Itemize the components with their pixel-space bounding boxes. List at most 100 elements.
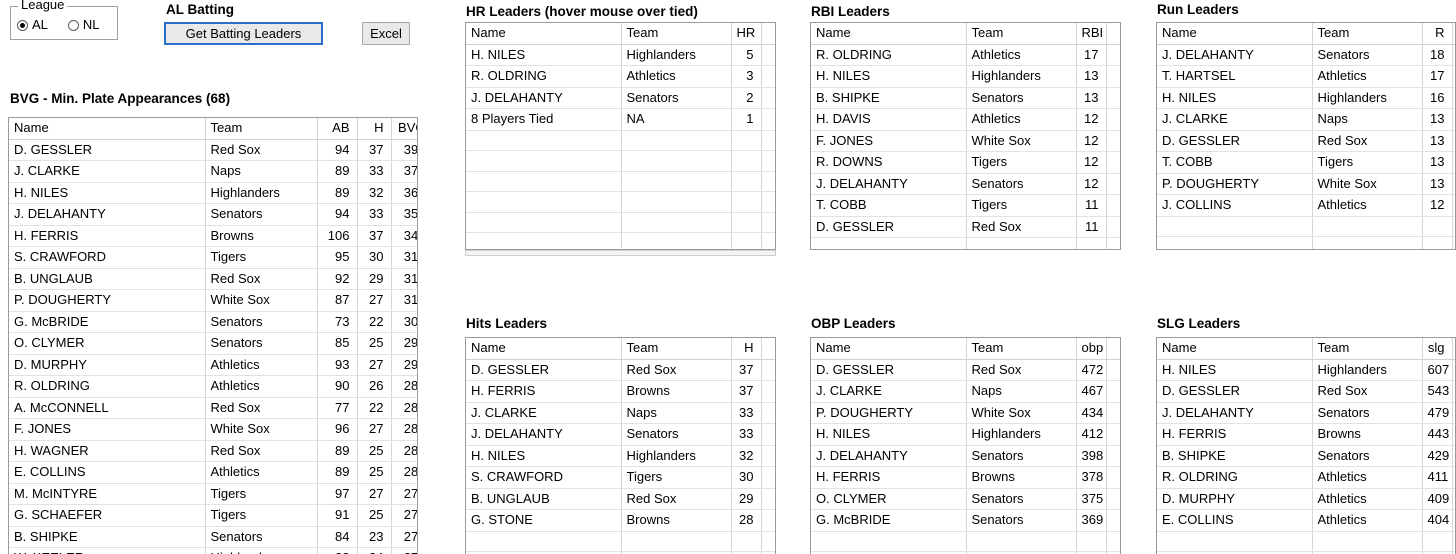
table-cell[interactable]: 290 [391,354,417,376]
table-cell[interactable]: 351 [391,203,417,226]
table-row[interactable]: R. OLDRING Athletics 411 [1157,466,1455,489]
table-row[interactable]: P. DOUGHERTYWhite Sox8727310 [9,289,417,312]
table-cell[interactable]: 1 [731,108,762,131]
run-leaders-table[interactable]: Name Team R J. DELAHANTY Senators 18 T. HARTSE… [1156,22,1456,250]
table-cell[interactable]: 278 [391,483,417,505]
table-cell[interactable] [761,402,775,424]
table-row[interactable]: G. SCHAEFERTigers9125275 [9,504,417,527]
table-row[interactable]: J. DELAHANTY Senators 2 [466,87,775,109]
table-cell[interactable] [731,150,762,172]
table-cell[interactable] [811,531,967,552]
table-cell[interactable]: D. MURPHY [9,354,206,376]
table-cell[interactable] [466,191,622,213]
table-cell[interactable] [731,531,762,552]
table-cell[interactable]: G. STONE [466,509,622,532]
table-cell[interactable] [621,212,732,233]
table-cell[interactable]: B. UNGLAUB [466,488,622,510]
table-cell[interactable] [1452,151,1455,174]
table-cell[interactable]: White Sox [205,418,318,441]
table-cell[interactable]: S. CRAWFORD [9,246,206,269]
table-cell[interactable]: 369 [1076,509,1107,532]
table-cell[interactable]: H. FERRIS [466,380,622,403]
table-cell[interactable] [1422,236,1453,249]
table-cell[interactable]: 274 [391,526,417,548]
table-cell[interactable] [1452,531,1455,552]
table-cell[interactable] [761,423,775,446]
table-cell[interactable]: T. HARTSEL [1157,65,1313,88]
table-cell[interactable] [1157,216,1313,237]
table-cell[interactable]: 27 [357,418,392,441]
hr-table-scrollbar[interactable] [465,250,776,256]
hits-leaders-table[interactable]: Name Team H D. GESSLER Red Sox 37 H. FERRIS Bro… [465,337,776,554]
table-cell[interactable]: 37 [731,359,762,381]
table-cell[interactable]: 429 [1422,445,1453,467]
table-cell[interactable]: 12 [1422,194,1453,217]
table-row[interactable] [1157,531,1455,552]
table-cell[interactable]: Red Sox [621,359,732,381]
table-row[interactable]: T. COBB Tigers 11 [811,194,1120,217]
table-cell[interactable] [1106,237,1120,249]
table-cell[interactable]: 37 [731,380,762,403]
table-cell[interactable]: Athletics [1312,509,1423,532]
table-row[interactable]: H. NILES Highlanders 16 [1157,87,1455,109]
table-cell[interactable] [761,466,775,489]
table-cell[interactable]: 13 [1076,65,1107,88]
table-cell[interactable] [1452,466,1455,489]
table-row[interactable]: A. McCONNELLRed Sox7722286 [9,397,417,419]
table-row[interactable] [466,232,775,249]
table-cell[interactable]: 3 [731,65,762,88]
table-cell[interactable]: 289 [391,375,417,398]
table-cell[interactable]: T. COBB [811,194,967,217]
table-row[interactable]: J. CLARKE Naps 13 [1157,108,1455,131]
table-cell[interactable]: P. DOUGHERTY [1157,173,1313,195]
table-cell[interactable]: 97 [317,483,358,505]
table-cell[interactable]: Senators [205,203,318,226]
radio-indicator-icon[interactable] [17,19,28,31]
table-cell[interactable]: D. GESSLER [1157,130,1313,152]
table-row[interactable]: J. DELAHANTYSenators9433351 [9,203,417,226]
column-header-cell[interactable]: Team [621,23,732,45]
table-row[interactable]: H. FERRIS Browns 37 [466,380,775,403]
table-header-row[interactable]: Name Team R [1157,23,1455,45]
table-cell[interactable] [761,191,775,213]
column-header-cell[interactable]: Team [966,23,1077,45]
table-cell[interactable] [761,65,775,88]
table-cell[interactable]: 472 [1076,359,1107,381]
table-cell[interactable] [1106,173,1120,195]
table-cell[interactable] [761,531,775,552]
table-row[interactable]: H. FERRIS Browns 378 [811,466,1120,489]
table-row[interactable]: D. GESSLER Red Sox 543 [1157,380,1455,403]
table-cell[interactable]: Athletics [966,44,1077,66]
table-cell[interactable]: J. DELAHANTY [1157,402,1313,424]
table-row[interactable]: B. SHIPKE Senators 13 [811,87,1120,109]
table-cell[interactable] [731,171,762,192]
table-cell[interactable]: 77 [317,397,358,419]
table-row[interactable]: H. DAVIS Athletics 12 [811,108,1120,131]
table-cell[interactable]: 23 [357,526,392,548]
table-cell[interactable]: 17 [1422,65,1453,88]
table-cell[interactable]: 32 [357,182,392,204]
table-cell[interactable] [621,171,732,192]
table-cell[interactable] [1312,236,1423,249]
table-cell[interactable] [1452,216,1455,237]
table-row[interactable]: J. DELAHANTY Senators 12 [811,173,1120,195]
table-cell[interactable]: J. DELAHANTY [811,173,967,195]
table-header-row[interactable]: Name Team RBI [811,23,1120,45]
table-cell[interactable]: 25 [357,504,392,527]
table-row[interactable] [1157,216,1455,237]
column-header-cell[interactable]: Name [1157,23,1313,45]
table-cell[interactable]: Tigers [966,151,1077,174]
table-cell[interactable]: Browns [1312,423,1423,446]
table-row[interactable] [466,130,775,151]
table-row[interactable]: H. FERRIS Browns 443 [1157,423,1455,446]
table-cell[interactable]: J. CLARKE [1157,108,1313,131]
table-row[interactable]: T. HARTSEL Athletics 17 [1157,65,1455,88]
table-cell[interactable]: J. DELAHANTY [1157,44,1313,66]
table-row[interactable]: P. DOUGHERTY White Sox 13 [1157,173,1455,195]
table-cell[interactable] [1106,466,1120,489]
table-cell[interactable] [621,232,732,249]
table-cell[interactable]: W. KEELER [9,547,206,554]
table-cell[interactable] [1452,108,1455,131]
table-row[interactable]: J. CLARKE Naps 467 [811,380,1120,403]
column-header-cell[interactable] [761,338,775,360]
